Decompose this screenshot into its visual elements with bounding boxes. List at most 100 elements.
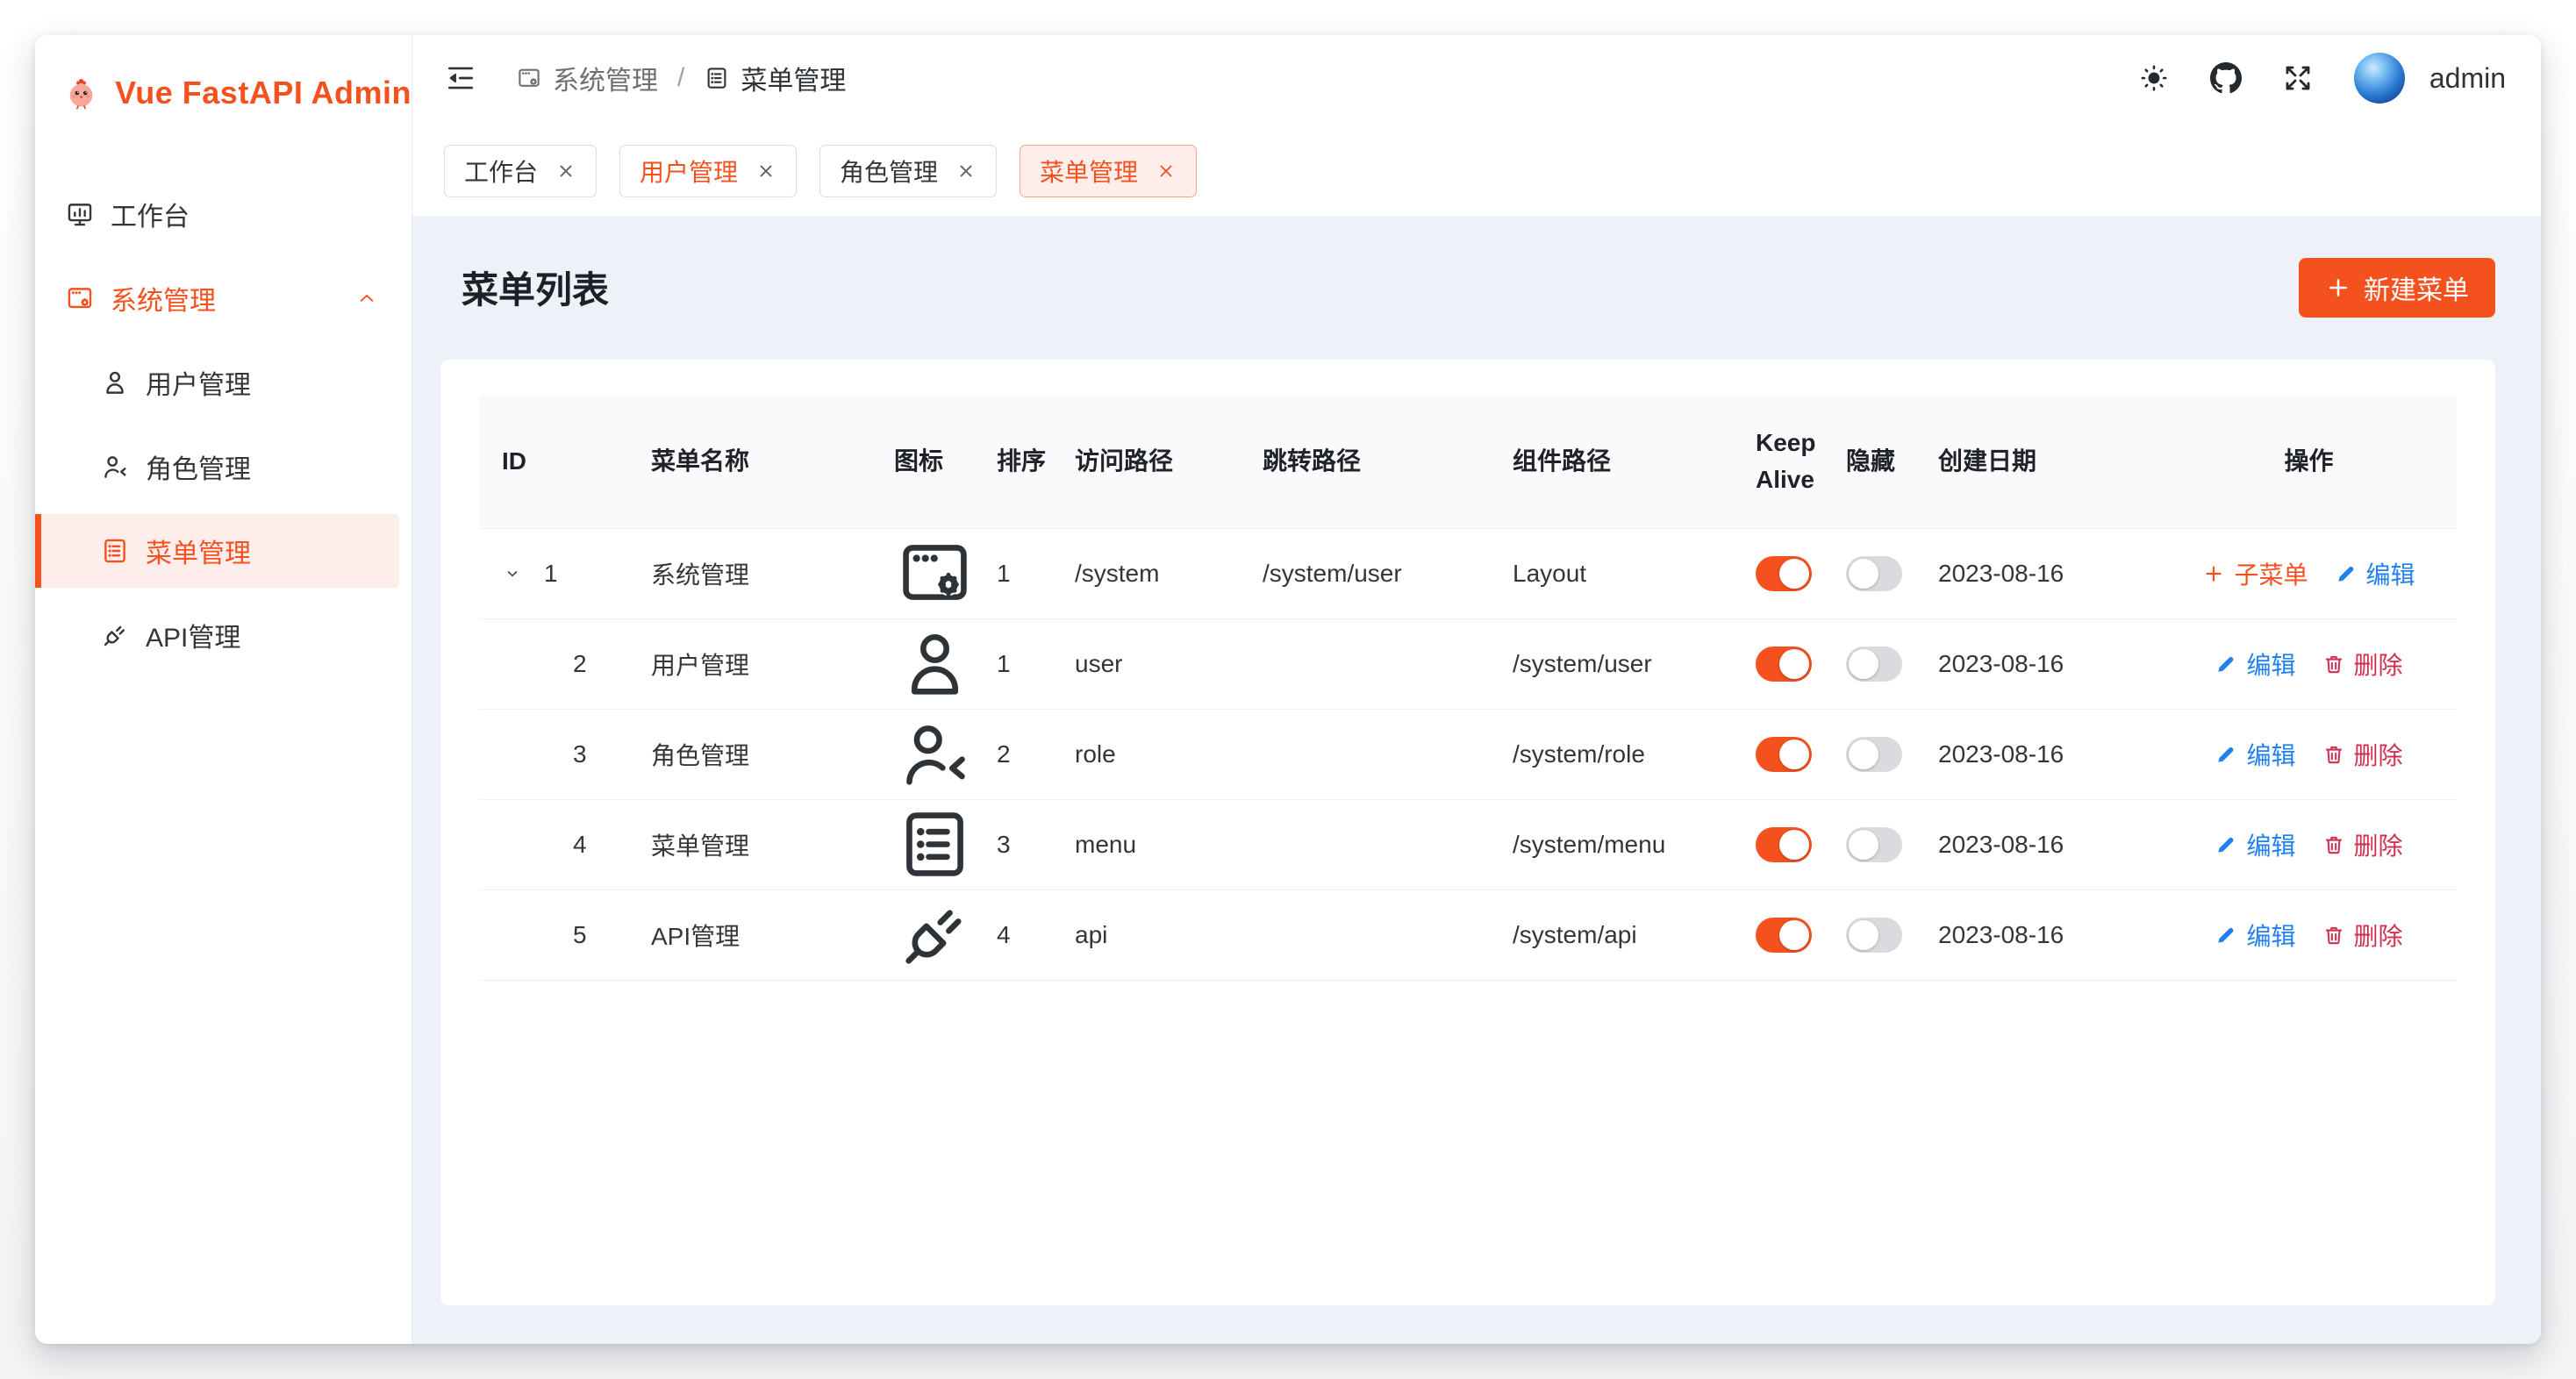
cell-component: Layout xyxy=(1513,560,1756,588)
hidden-toggle[interactable] xyxy=(1846,556,1902,591)
action-link[interactable]: 删除 xyxy=(2322,647,2403,682)
top-bar: 系统管理 / 菜单管理 xyxy=(412,35,2541,121)
close-icon[interactable] xyxy=(755,161,776,182)
column-header: 隐藏 xyxy=(1846,413,1938,510)
system-icon xyxy=(516,65,542,91)
cell-order: 1 xyxy=(997,650,1075,678)
new-menu-button[interactable]: 新建菜单 xyxy=(2299,258,2495,318)
action-label: 删除 xyxy=(2354,827,2403,862)
cell-menu-name: 用户管理 xyxy=(651,647,894,682)
cell-icon xyxy=(894,713,997,795)
toggle-knob xyxy=(1849,830,1878,860)
sidebar-item-label: 角色管理 xyxy=(146,447,251,486)
sidebar-item[interactable]: 菜单管理 xyxy=(35,514,399,588)
cell-hidden xyxy=(1846,918,1938,953)
fullscreen-icon[interactable] xyxy=(2282,62,2314,94)
close-icon[interactable] xyxy=(1156,161,1177,182)
hidden-toggle[interactable] xyxy=(1846,647,1902,682)
menu-icon xyxy=(894,804,976,885)
id-value: 2 xyxy=(573,650,587,678)
cell-path: api xyxy=(1075,921,1263,949)
cell-component: /system/role xyxy=(1513,740,1756,768)
action-link[interactable]: 编辑 xyxy=(2215,737,2295,772)
close-icon[interactable] xyxy=(955,161,977,182)
table-row: 4 菜单管理 3 menu /system/menu xyxy=(479,800,2457,890)
id-value: 1 xyxy=(544,560,558,588)
keepalive-toggle[interactable] xyxy=(1756,556,1812,591)
action-link[interactable]: 子菜单 xyxy=(2202,556,2308,591)
cell-created-date: 2023-08-16 xyxy=(1938,560,2182,588)
hidden-toggle[interactable] xyxy=(1846,827,1902,862)
sidebar-item[interactable]: API管理 xyxy=(35,598,399,672)
action-label: 子菜单 xyxy=(2234,556,2308,591)
workbench-icon xyxy=(65,199,95,229)
theme-icon[interactable] xyxy=(2138,62,2170,94)
tab[interactable]: 用户管理 xyxy=(619,145,797,197)
cell-icon xyxy=(894,804,997,885)
collapse-sidebar-icon[interactable] xyxy=(444,61,477,95)
cell-path: user xyxy=(1075,650,1263,678)
column-header: 操作 xyxy=(2182,413,2457,510)
keepalive-toggle[interactable] xyxy=(1756,737,1812,772)
plus-icon xyxy=(2202,562,2225,585)
system-icon xyxy=(894,532,976,614)
edit-icon xyxy=(2215,924,2237,947)
sidebar-item-label: 用户管理 xyxy=(146,363,251,402)
keepalive-toggle[interactable] xyxy=(1756,647,1812,682)
username[interactable]: admin xyxy=(2429,62,2506,95)
keepalive-toggle[interactable] xyxy=(1756,827,1812,862)
tab[interactable]: 工作台 xyxy=(444,145,597,197)
sidebar-item[interactable]: 系统管理 xyxy=(35,261,399,335)
user-icon xyxy=(100,368,130,397)
trash-icon xyxy=(2322,653,2345,675)
action-link[interactable]: 删除 xyxy=(2322,827,2403,862)
action-link[interactable]: 编辑 xyxy=(2215,827,2295,862)
cell-icon xyxy=(894,532,997,614)
action-label: 编辑 xyxy=(2246,737,2295,772)
toggle-knob xyxy=(1849,649,1878,679)
avatar[interactable] xyxy=(2354,53,2405,104)
breadcrumb-item-system[interactable]: 系统管理 xyxy=(516,59,658,97)
action-link[interactable]: 删除 xyxy=(2322,737,2403,772)
cell-id: 5 xyxy=(479,921,651,949)
action-link[interactable]: 编辑 xyxy=(2215,647,2295,682)
chick-logo-icon xyxy=(63,65,99,121)
tab[interactable]: 菜单管理 xyxy=(1020,145,1197,197)
table-row: 2 用户管理 1 user /system/user xyxy=(479,619,2457,710)
cell-hidden xyxy=(1846,737,1938,772)
breadcrumb-item-menu[interactable]: 菜单管理 xyxy=(704,59,846,97)
keepalive-toggle[interactable] xyxy=(1756,918,1812,953)
toggle-knob xyxy=(1849,559,1878,589)
cell-hidden xyxy=(1846,647,1938,682)
trash-icon xyxy=(2322,743,2345,766)
breadcrumb-label: 菜单管理 xyxy=(741,59,846,97)
toggle-knob xyxy=(1779,920,1809,950)
close-icon[interactable] xyxy=(555,161,576,182)
hidden-toggle[interactable] xyxy=(1846,737,1902,772)
sidebar: Vue FastAPI Admin 工作台 系统管理 xyxy=(35,35,412,1344)
trash-icon xyxy=(2322,833,2345,856)
action-link[interactable]: 编辑 xyxy=(2215,918,2295,953)
cell-menu-name: 角色管理 xyxy=(651,737,894,772)
sidebar-item-label: 工作台 xyxy=(111,195,190,233)
cell-keepalive xyxy=(1756,556,1846,591)
id-value: 4 xyxy=(573,831,587,859)
hidden-toggle[interactable] xyxy=(1846,918,1902,953)
cell-path: role xyxy=(1075,740,1263,768)
table-row: 1 系统管理 1 /system /system/user Layout xyxy=(479,529,2457,619)
cell-hidden xyxy=(1846,556,1938,591)
cell-id: 2 xyxy=(479,650,651,678)
tab[interactable]: 角色管理 xyxy=(819,145,997,197)
sidebar-item[interactable]: 用户管理 xyxy=(35,346,399,419)
sidebar-item[interactable]: 工作台 xyxy=(35,177,399,251)
tab-label: 菜单管理 xyxy=(1040,154,1138,189)
menu-table: ID 菜单名称 图标 排序 访问路径 跳转路径 xyxy=(479,395,2457,981)
sidebar-item[interactable]: 角色管理 xyxy=(35,430,399,504)
cell-id: 3 xyxy=(479,740,651,768)
action-link[interactable]: 删除 xyxy=(2322,918,2403,953)
chevron-down-icon[interactable] xyxy=(502,563,523,584)
cell-icon xyxy=(894,623,997,704)
action-link[interactable]: 编辑 xyxy=(2335,556,2415,591)
github-icon[interactable] xyxy=(2210,62,2242,94)
cell-path: menu xyxy=(1075,831,1263,859)
